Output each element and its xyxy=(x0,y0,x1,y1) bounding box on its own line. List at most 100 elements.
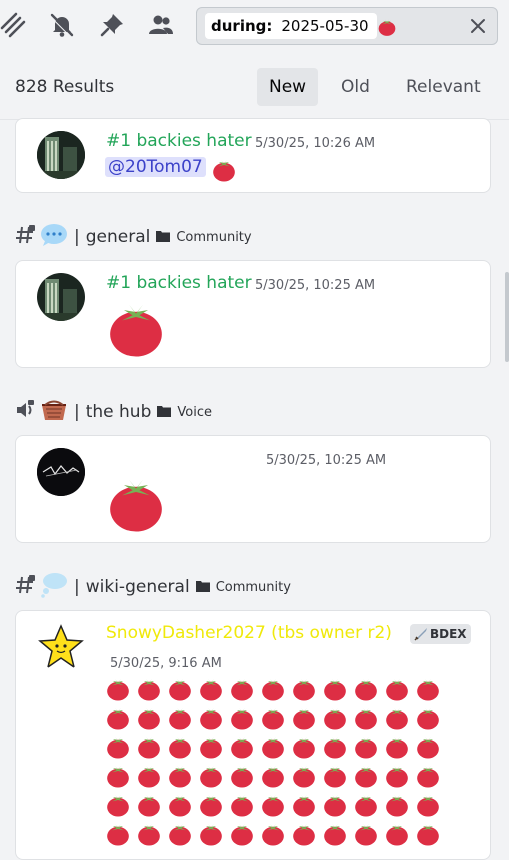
tomato-emoji xyxy=(107,823,129,846)
channel-name[interactable]: the hub xyxy=(86,402,152,422)
toolbar: during: 2025-05-30 xyxy=(0,0,509,52)
tomato-emoji xyxy=(293,823,315,846)
folder-icon xyxy=(157,402,172,422)
tomato-emoji xyxy=(324,823,346,846)
search-result-message[interactable]: SnowyDasher2027 (tbs owner r2) BDEX 5/30… xyxy=(15,610,491,860)
channel-header-wiki-general[interactable]: | wiki-general Community xyxy=(15,572,291,603)
tomato-emoji xyxy=(169,678,191,701)
tomato-emoji xyxy=(105,473,167,539)
channel-category: Voice xyxy=(177,404,212,420)
tomato-emoji xyxy=(262,707,284,730)
tomato-emoji xyxy=(169,765,191,788)
tomato-emoji xyxy=(293,707,315,730)
tomato-emoji xyxy=(324,736,346,759)
message-author[interactable]: SnowyDasher2027 (tbs owner r2) xyxy=(106,623,392,643)
tomato-emoji xyxy=(386,707,408,730)
voice-channel-icon xyxy=(15,399,37,426)
message-timestamp: 5/30/25, 10:25 AM xyxy=(255,278,376,293)
channel-name[interactable]: general xyxy=(86,227,151,247)
tomato-emoji xyxy=(231,765,253,788)
speech-bubble-icon xyxy=(40,223,68,252)
tomato-emoji xyxy=(200,765,222,788)
avatar[interactable] xyxy=(37,131,85,179)
tomato-emoji xyxy=(355,707,377,730)
search-filter-value: 2025-05-30 xyxy=(281,17,369,35)
tomato-emoji xyxy=(200,707,222,730)
avatar[interactable] xyxy=(37,623,85,671)
tomato-emoji xyxy=(262,794,284,817)
channel-separator: | xyxy=(74,402,80,422)
clear-search-icon[interactable] xyxy=(467,15,489,37)
tomato-emoji xyxy=(169,794,191,817)
tomato-emoji xyxy=(386,678,408,701)
search-result-message[interactable]: #1 backies hater 5/30/25, 10:25 AM xyxy=(15,260,491,368)
tomato-emoji xyxy=(231,794,253,817)
tomato-emoji xyxy=(211,157,237,187)
message-author[interactable]: #1 backies hater xyxy=(106,273,252,293)
tomato-emoji xyxy=(417,765,439,788)
tomato-emoji xyxy=(417,794,439,817)
tomato-emoji xyxy=(200,736,222,759)
tomato-emoji xyxy=(355,678,377,701)
message-author[interactable]: #1 backies hater xyxy=(106,131,252,151)
user-tag-badge: BDEX xyxy=(410,624,471,644)
tomato-emoji xyxy=(386,765,408,788)
search-bar[interactable]: during: 2025-05-30 xyxy=(196,7,498,45)
channel-header-the-hub[interactable]: | the hub Voice xyxy=(15,398,212,426)
avatar[interactable] xyxy=(37,273,85,321)
tomato-emoji xyxy=(324,765,346,788)
sort-new-button[interactable]: New xyxy=(257,68,319,106)
tomato-emoji xyxy=(138,823,160,846)
tomato-emoji xyxy=(107,707,129,730)
scrollbar[interactable] xyxy=(505,272,509,362)
message-author[interactable]: narcoleptic gooby xyxy=(106,448,258,468)
channel-category: Community xyxy=(176,229,252,245)
sort-relevant-button[interactable]: Relevant xyxy=(394,68,493,106)
tomato-emoji xyxy=(138,794,160,817)
mute-icon[interactable] xyxy=(49,12,75,38)
tomato-emoji xyxy=(324,794,346,817)
tomato-emoji xyxy=(138,765,160,788)
text-channel-icon xyxy=(15,574,37,601)
tomato-emoji xyxy=(107,736,129,759)
message-timestamp: 5/30/25, 10:25 AM xyxy=(266,453,387,468)
tomato-emoji xyxy=(138,707,160,730)
channel-name[interactable]: wiki-general xyxy=(86,577,190,597)
search-filter-key: during: xyxy=(211,17,273,35)
tomato-emoji xyxy=(355,736,377,759)
tomato-emoji xyxy=(169,707,191,730)
tomato-emoji xyxy=(355,794,377,817)
channel-header-general[interactable]: | general Community xyxy=(15,223,252,251)
sort-old-button[interactable]: Old xyxy=(329,68,382,106)
tomato-emoji xyxy=(293,736,315,759)
channel-separator: | xyxy=(74,577,80,597)
tomato-emoji xyxy=(262,823,284,846)
tomato-icon xyxy=(377,17,397,41)
tomato-emoji xyxy=(169,823,191,846)
members-icon[interactable] xyxy=(148,12,174,38)
channel-separator: | xyxy=(74,227,80,247)
search-result-message[interactable]: narcoleptic gooby 5/30/25, 10:25 AM xyxy=(15,435,491,543)
tomato-emoji xyxy=(324,707,346,730)
user-tag-label: BDEX xyxy=(430,627,467,641)
folder-icon xyxy=(156,227,171,247)
tomato-emoji xyxy=(355,823,377,846)
pin-icon[interactable] xyxy=(99,12,125,38)
search-filter-chip[interactable]: during: 2025-05-30 xyxy=(205,13,377,39)
user-mention[interactable]: @20Tom07 xyxy=(105,157,206,177)
tomato-emoji xyxy=(293,794,315,817)
threads-icon[interactable] xyxy=(0,12,26,38)
avatar[interactable] xyxy=(37,448,85,496)
tomato-emoji xyxy=(107,678,129,701)
tomato-emoji-grid xyxy=(105,676,450,850)
results-header: 828 Results New Old Relevant xyxy=(0,52,509,120)
search-result-message[interactable]: #1 backies hater 5/30/25, 10:26 AM @20To… xyxy=(15,118,491,193)
tomato-emoji xyxy=(324,678,346,701)
text-channel-icon xyxy=(15,224,37,251)
channel-category: Community xyxy=(215,579,291,595)
tomato-emoji xyxy=(138,678,160,701)
tomato-emoji xyxy=(293,765,315,788)
thought-balloon-icon xyxy=(40,572,68,603)
tomato-emoji xyxy=(231,736,253,759)
tomato-emoji xyxy=(105,298,167,364)
